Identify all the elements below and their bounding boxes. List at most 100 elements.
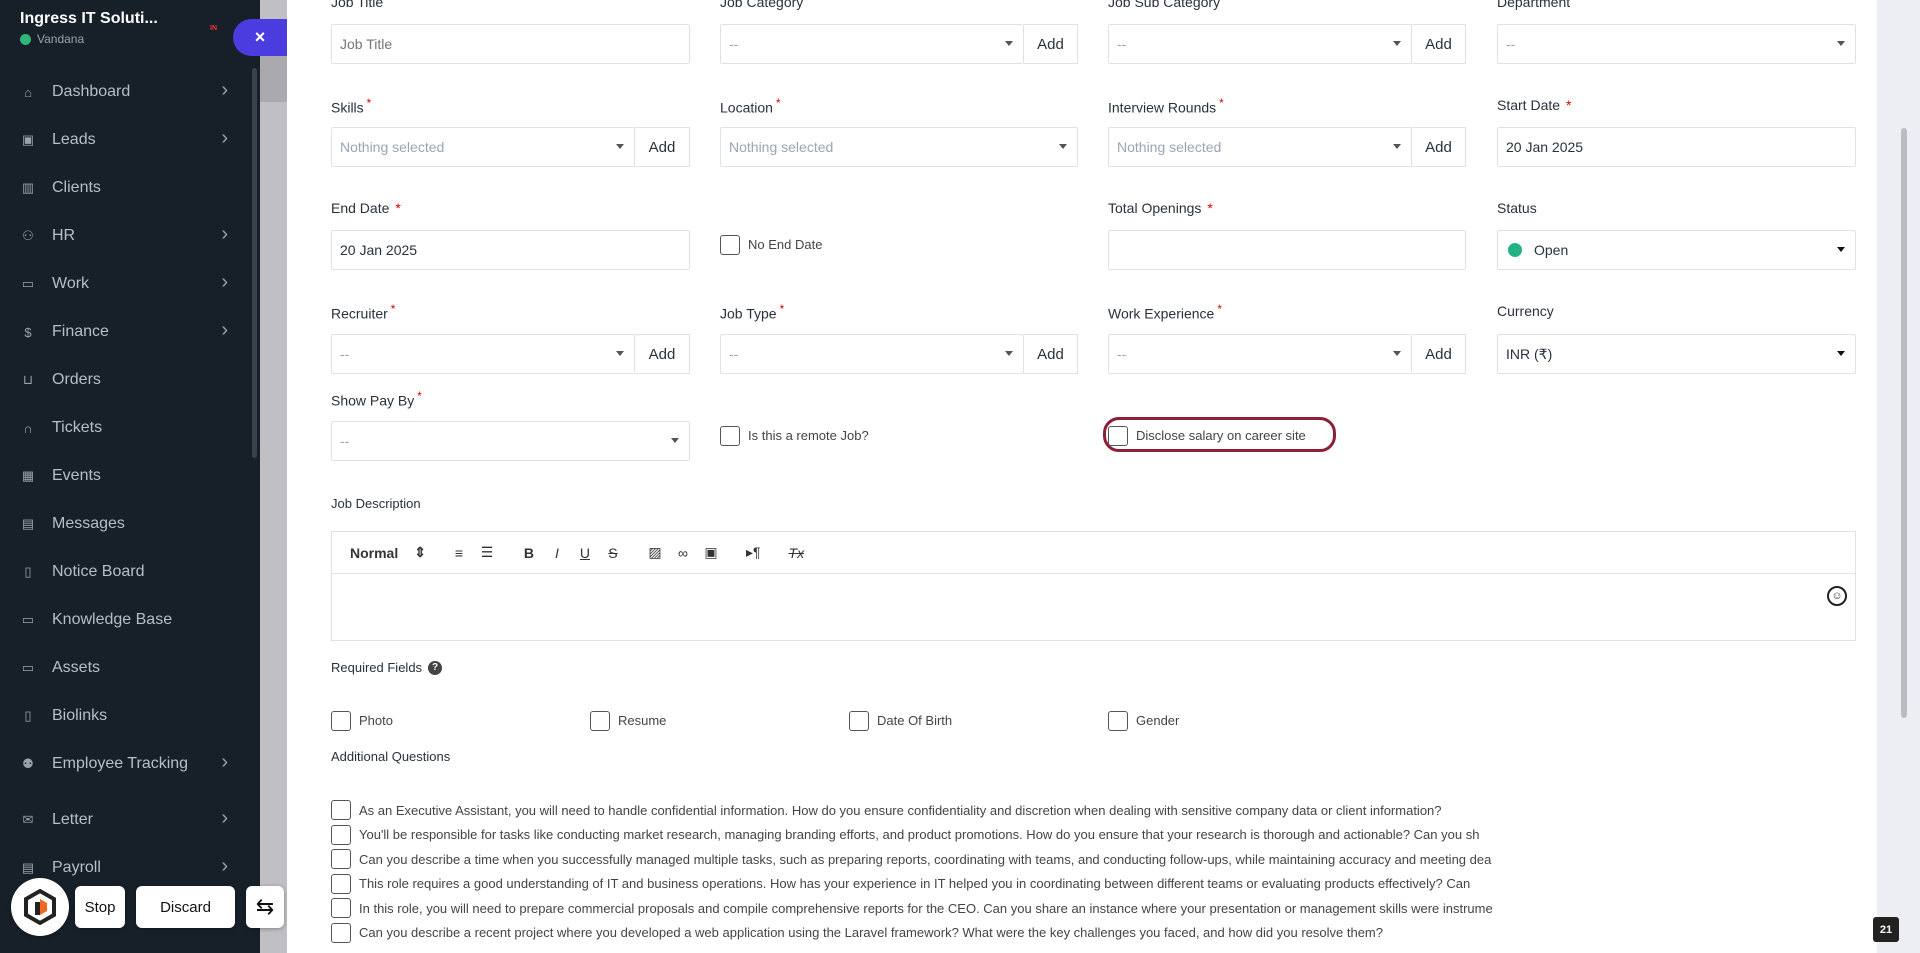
skills-label: Skills * bbox=[331, 97, 371, 116]
end-date-input[interactable]: 20 Jan 2025 bbox=[331, 230, 690, 270]
recruiter-select[interactable]: -- bbox=[331, 334, 635, 374]
job-category-select[interactable]: -- bbox=[720, 24, 1024, 64]
job-category-add-button[interactable]: Add bbox=[1024, 24, 1078, 64]
job-sub-category-select[interactable]: -- bbox=[1108, 24, 1412, 64]
emoji-icon[interactable]: ☺ bbox=[1827, 586, 1847, 606]
chevron-down-icon bbox=[616, 144, 624, 149]
sidebar-item-assets[interactable]: ▭ Assets bbox=[0, 644, 252, 692]
required-marker: * bbox=[1219, 97, 1224, 110]
job-title-input[interactable] bbox=[331, 24, 690, 64]
question-checkbox[interactable] bbox=[331, 873, 351, 894]
swap-icon[interactable]: ⇆ bbox=[246, 886, 284, 928]
sidebar-item-work[interactable]: ▭ Work › bbox=[0, 260, 252, 308]
required-marker: * bbox=[1566, 97, 1572, 113]
start-date-input[interactable]: 20 Jan 2025 bbox=[1497, 127, 1856, 167]
help-icon[interactable]: ? bbox=[428, 660, 443, 675]
skills-label-text: Skills bbox=[331, 99, 364, 116]
clipboard-icon: ▯ bbox=[24, 564, 32, 579]
chevron-down-icon bbox=[1393, 144, 1401, 149]
no-end-date-label: No End Date bbox=[748, 237, 823, 252]
interview-rounds-select[interactable]: Nothing selected bbox=[1108, 127, 1412, 167]
chevron-right-icon: › bbox=[221, 127, 228, 149]
payroll-icon: ▤ bbox=[21, 860, 35, 875]
department-select[interactable]: -- bbox=[1497, 24, 1856, 64]
sidebar-item-label: Dashboard bbox=[52, 83, 131, 100]
question-row: In this role, you will need to prepare c… bbox=[331, 898, 1891, 918]
remote-job-checkbox[interactable] bbox=[720, 426, 740, 446]
job-description-editor[interactable]: Normal ⇕ ≡ ☰ B I U S ▨ ∞ ▣ ▸¶ Tx ☺ bbox=[331, 531, 1856, 641]
ordered-list-icon[interactable]: ≡ bbox=[452, 545, 466, 561]
chevron-down-icon bbox=[1837, 41, 1845, 46]
job-type-select[interactable]: -- bbox=[720, 334, 1024, 374]
location-value: Nothing selected bbox=[729, 139, 834, 155]
chevron-down-icon bbox=[1005, 351, 1013, 356]
show-pay-by-select[interactable]: -- bbox=[331, 421, 690, 461]
gender-checkbox[interactable] bbox=[1108, 711, 1128, 731]
text-direction-icon[interactable]: ▸¶ bbox=[746, 544, 761, 561]
work-experience-select[interactable]: -- bbox=[1108, 334, 1412, 374]
interview-rounds-label-text: Interview Rounds bbox=[1108, 99, 1217, 116]
question-checkbox[interactable] bbox=[331, 922, 351, 943]
company-name[interactable]: Ingress IT Soluti... bbox=[20, 10, 240, 28]
question-row: Can you describe a time when you success… bbox=[331, 849, 1891, 869]
sidebar-item-biolinks[interactable]: ▯ Biolinks bbox=[0, 692, 252, 740]
chevron-right-icon: › bbox=[221, 223, 228, 245]
chevron-right-icon: › bbox=[221, 751, 228, 773]
close-sidebar-button[interactable]: × bbox=[233, 19, 287, 56]
additional-questions-label: Additional Questions bbox=[331, 749, 451, 764]
bullet-list-icon[interactable]: ☰ bbox=[480, 544, 494, 561]
location-select[interactable]: Nothing selected bbox=[720, 127, 1078, 167]
question-checkbox[interactable] bbox=[331, 898, 351, 918]
disclose-salary-checkbox[interactable] bbox=[1108, 426, 1128, 446]
recruiter-add-button[interactable]: Add bbox=[635, 334, 690, 374]
sidebar-scrollbar[interactable] bbox=[252, 68, 257, 458]
bold-icon[interactable]: B bbox=[522, 545, 536, 561]
image-icon[interactable]: ▨ bbox=[648, 544, 662, 561]
question-checkbox[interactable] bbox=[331, 800, 351, 820]
strikethrough-icon[interactable]: S bbox=[606, 545, 620, 561]
sidebar-item-clients[interactable]: ▥ Clients bbox=[0, 164, 252, 212]
stop-button[interactable]: Stop bbox=[75, 886, 125, 928]
sidebar-item-messages[interactable]: ▤ Messages bbox=[0, 500, 252, 548]
sidebar-item-employee-tracking[interactable]: ⚉ Employee Tracking › bbox=[0, 740, 252, 788]
question-text: Can you describe a time when you success… bbox=[359, 851, 1492, 867]
underline-icon[interactable]: U bbox=[578, 545, 592, 561]
interview-rounds-add-button[interactable]: Add bbox=[1412, 127, 1466, 167]
page-scrollbar[interactable] bbox=[1901, 128, 1907, 718]
question-checkbox[interactable] bbox=[331, 849, 351, 869]
format-select[interactable]: Normal ⇕ bbox=[350, 544, 426, 561]
required-marker: * bbox=[395, 200, 401, 216]
sidebar-item-finance[interactable]: $ Finance › bbox=[0, 308, 252, 356]
no-end-date-checkbox[interactable] bbox=[720, 235, 740, 255]
total-openings-label: Total Openings * bbox=[1108, 200, 1213, 216]
sidebar-item-orders[interactable]: ⊔ Orders bbox=[0, 356, 252, 404]
question-checkbox[interactable] bbox=[331, 824, 351, 845]
status-select[interactable]: Open bbox=[1497, 230, 1856, 270]
date-of-birth-checkbox[interactable] bbox=[849, 711, 869, 731]
sidebar-item-hr[interactable]: ⚇ HR › bbox=[0, 212, 252, 260]
skills-select[interactable]: Nothing selected bbox=[331, 127, 635, 167]
sidebar-item-knowledge-base[interactable]: ▭ Knowledge Base bbox=[0, 596, 252, 644]
sidebar-item-letter[interactable]: ✉ Letter › bbox=[0, 796, 252, 844]
sidebar-item-events[interactable]: ▦ Events bbox=[0, 452, 252, 500]
sidebar-item-notice-board[interactable]: ▯ Notice Board bbox=[0, 548, 252, 596]
currency-select[interactable]: INR (₹) bbox=[1497, 334, 1856, 374]
sidebar-item-dashboard[interactable]: ⌂ Dashboard › bbox=[0, 68, 252, 116]
video-icon[interactable]: ▣ bbox=[704, 544, 718, 561]
job-sub-category-add-button[interactable]: Add bbox=[1412, 24, 1466, 64]
work-experience-add-button[interactable]: Add bbox=[1412, 334, 1466, 374]
link-icon[interactable]: ∞ bbox=[676, 545, 690, 561]
sidebar-item-leads[interactable]: ▣ Leads › bbox=[0, 116, 252, 164]
discard-button[interactable]: Discard bbox=[136, 886, 235, 928]
sidebar-item-tickets[interactable]: ∩ Tickets bbox=[0, 404, 252, 452]
photo-checkbox[interactable] bbox=[331, 711, 351, 731]
resume-checkbox[interactable] bbox=[590, 711, 610, 731]
total-openings-input[interactable] bbox=[1108, 230, 1466, 270]
italic-icon[interactable]: I bbox=[550, 545, 564, 561]
start-date-label: Start Date * bbox=[1497, 97, 1571, 113]
clear-format-icon[interactable]: Tx bbox=[789, 545, 805, 561]
job-type-add-button[interactable]: Add bbox=[1024, 334, 1078, 374]
sidebar-item-label: Work bbox=[52, 275, 90, 292]
app-logo-button[interactable] bbox=[11, 878, 69, 936]
skills-add-button[interactable]: Add bbox=[635, 127, 690, 167]
